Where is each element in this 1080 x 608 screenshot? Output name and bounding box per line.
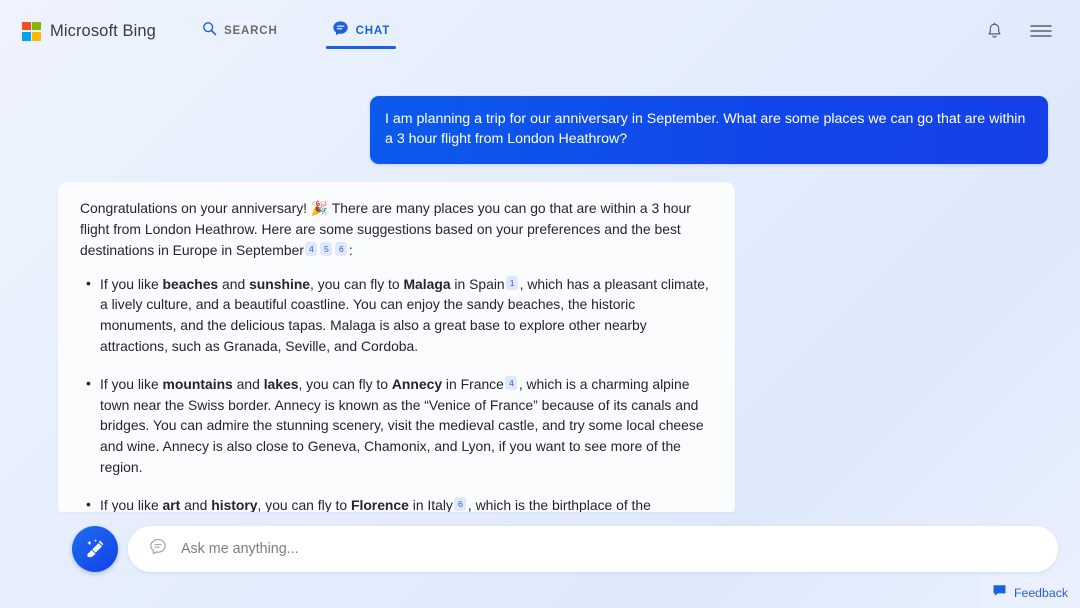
item-mid: , you can fly to — [310, 275, 404, 292]
item-destination: Annecy — [391, 375, 443, 392]
item-keyword: beaches — [162, 275, 219, 292]
chat-conversation: I am planning a trip for our anniversary… — [0, 62, 1080, 513]
item-mid: and — [232, 375, 264, 392]
bot-message-row: Congratulations on your anniversary! 🎉 T… — [0, 164, 1080, 513]
bell-icon[interactable] — [985, 22, 1004, 41]
tab-active-indicator — [325, 46, 397, 49]
feedback-button[interactable]: Feedback — [980, 577, 1080, 608]
header-nav: SEARCH CHAT — [188, 0, 404, 62]
chat-bubble-outline-icon — [148, 537, 168, 562]
tab-chat[interactable]: CHAT — [318, 0, 405, 62]
list-item: If you like beaches and sunshine, you ca… — [86, 273, 713, 357]
brand-name: Microsoft Bing — [50, 21, 156, 40]
tab-search[interactable]: SEARCH — [188, 0, 292, 62]
item-country: in Italy — [408, 496, 453, 513]
bot-response-card: Congratulations on your anniversary! 🎉 T… — [58, 182, 735, 513]
user-message-row: I am planning a trip for our anniversary… — [0, 62, 1080, 165]
tab-chat-label: CHAT — [355, 25, 391, 37]
chat-input[interactable] — [181, 526, 1038, 572]
app-header: Microsoft Bing SEARCH CHAT — [0, 0, 1080, 62]
citation-chip[interactable]: 5 — [320, 242, 333, 257]
list-item: If you like mountains and lakes, you can… — [86, 373, 713, 478]
item-keyword: lakes — [263, 375, 299, 392]
new-topic-broom-button[interactable] — [72, 526, 118, 572]
item-mid: and — [180, 496, 212, 513]
item-mid: and — [218, 275, 250, 292]
chat-input-wrapper[interactable] — [128, 526, 1058, 572]
citation-chip[interactable]: 1 — [506, 276, 519, 291]
item-keyword: history — [211, 496, 258, 513]
bing-brand-logo[interactable]: Microsoft Bing — [22, 21, 156, 41]
chat-composer — [0, 526, 1080, 572]
user-message-bubble: I am planning a trip for our anniversary… — [370, 96, 1048, 165]
item-lead: If you like — [100, 496, 163, 513]
item-mid: , you can fly to — [298, 375, 392, 392]
item-country: in France — [442, 375, 504, 392]
list-item: If you like art and history, you can fly… — [86, 494, 713, 513]
item-mid: , you can fly to — [257, 496, 351, 513]
party-popper-icon: 🎉 — [310, 200, 329, 217]
citation-chip[interactable]: 4 — [505, 376, 518, 391]
search-icon — [202, 21, 217, 41]
bot-intro-text-1: Congratulations on your anniversary! — [80, 200, 311, 217]
bot-intro-paragraph: Congratulations on your anniversary! 🎉 T… — [80, 198, 713, 260]
item-destination: Malaga — [403, 275, 451, 292]
citation-chip[interactable]: 6 — [454, 497, 467, 512]
feedback-label: Feedback — [1013, 585, 1068, 600]
chat-bubble-icon — [332, 20, 349, 42]
citation-chip[interactable]: 6 — [335, 242, 348, 257]
item-lead: If you like — [100, 275, 163, 292]
item-destination: Florence — [350, 496, 409, 513]
item-keyword: sunshine — [249, 275, 311, 292]
item-keyword: mountains — [162, 375, 233, 392]
feedback-chat-icon — [992, 584, 1007, 601]
bot-intro-colon: : — [348, 241, 353, 258]
item-country: in Spain — [450, 275, 505, 292]
header-actions — [985, 22, 1058, 41]
citation-chip[interactable]: 4 — [305, 242, 318, 257]
microsoft-squares-icon — [22, 21, 41, 41]
item-lead: If you like — [100, 375, 163, 392]
hamburger-menu-icon[interactable] — [1030, 23, 1052, 39]
tab-search-label: SEARCH — [223, 25, 278, 37]
suggestion-list: If you like beaches and sunshine, you ca… — [80, 273, 713, 513]
item-keyword: art — [162, 496, 181, 513]
